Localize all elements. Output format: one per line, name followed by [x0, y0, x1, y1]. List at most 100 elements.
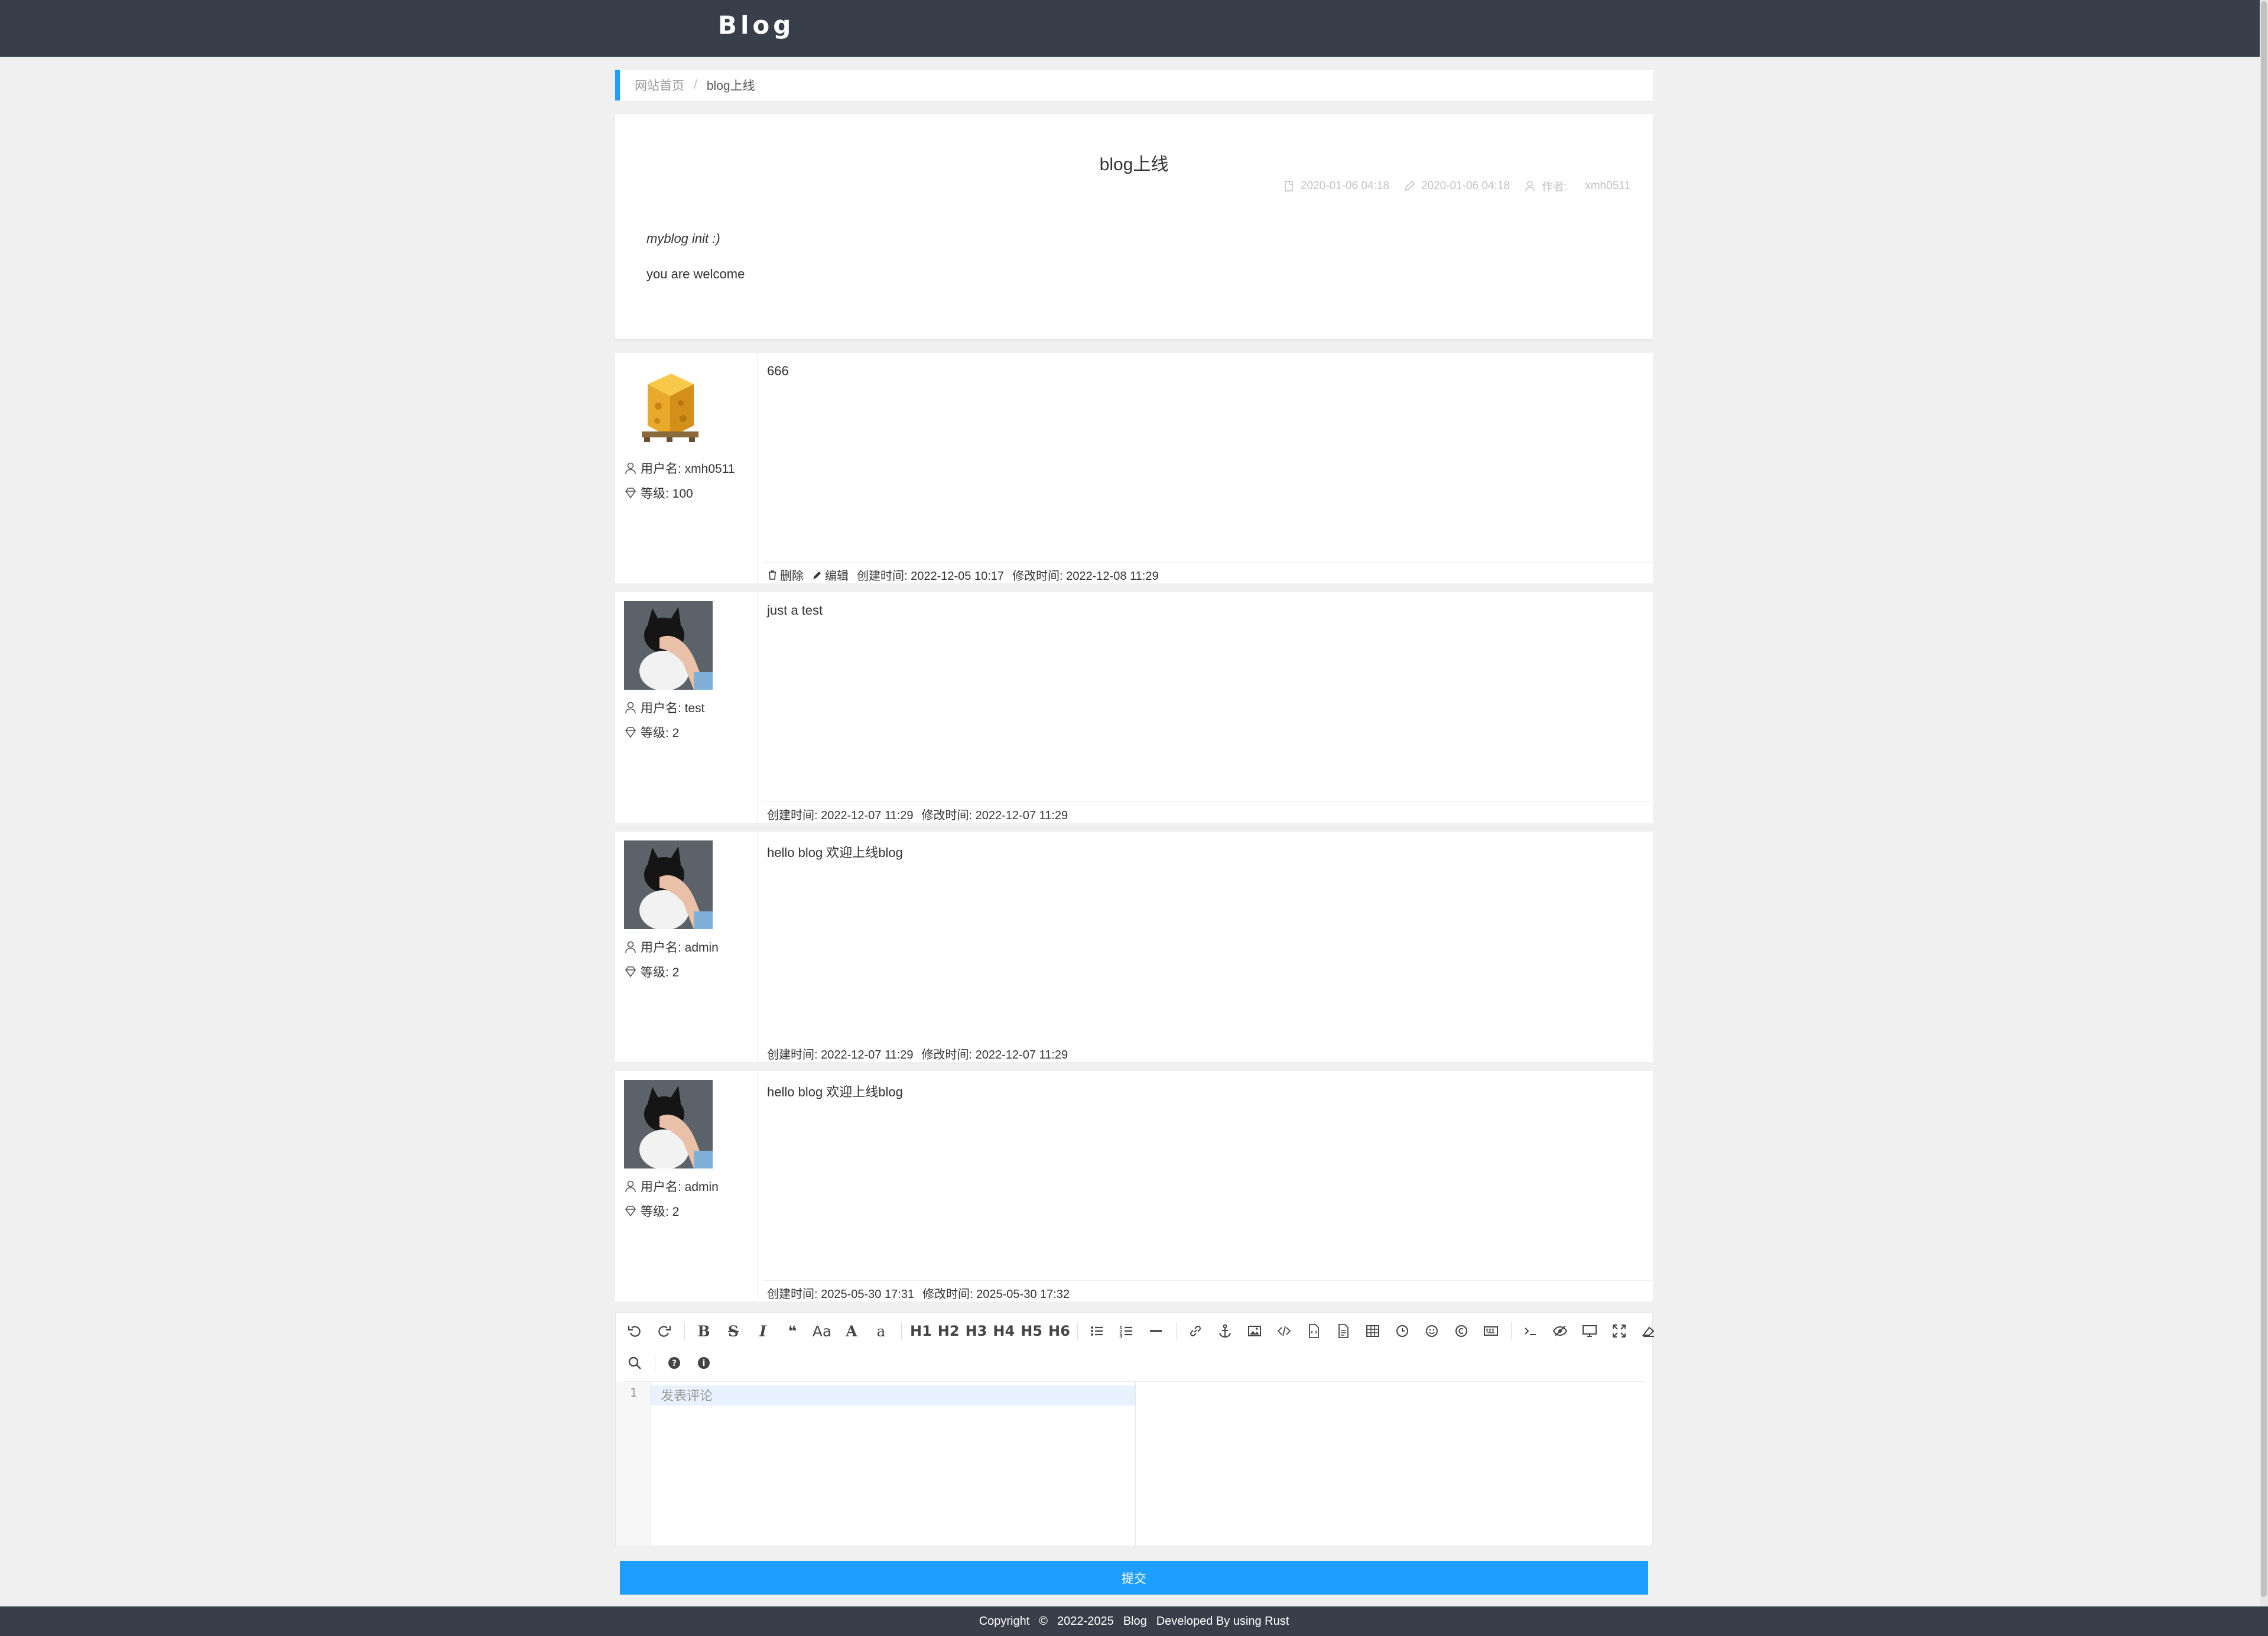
ordered-list-icon[interactable]: 123 — [1116, 1319, 1137, 1343]
markdown-editor: B S I ❝ Aa A a H1 H2 H3 H4 H5 H6 123 ? i… — [615, 1312, 1655, 1546]
link-icon[interactable] — [1185, 1319, 1206, 1343]
trash-icon — [769, 570, 776, 580]
comment-username: 用户名: admin — [624, 1177, 719, 1195]
username-text: 用户名: admin — [641, 1180, 719, 1194]
site-brand[interactable]: Blog — [718, 11, 794, 40]
diamond-icon — [625, 966, 636, 978]
footer-copyright: Copyright — [979, 1614, 1030, 1628]
comment-footer: 删除 编辑 创建时间: 2022-12-05 10:17 修改时间: 2022-… — [767, 566, 1159, 583]
comment-user-panel: 用户名: test 等级: 2 — [615, 592, 758, 823]
table-icon[interactable] — [1362, 1319, 1383, 1343]
capitalize-icon[interactable]: Aa — [811, 1319, 833, 1343]
watch-toggle-icon[interactable] — [1549, 1319, 1571, 1343]
anchor-icon[interactable] — [1214, 1319, 1236, 1343]
comment-divider — [763, 801, 1653, 802]
level-text: 等级: 2 — [641, 966, 680, 979]
unordered-list-icon[interactable] — [1086, 1319, 1107, 1343]
lowercase-icon[interactable]: a — [870, 1319, 892, 1343]
undo-icon[interactable] — [624, 1319, 645, 1343]
h5-button[interactable]: H5 — [1021, 1319, 1042, 1343]
avatar — [624, 601, 713, 690]
scrollbar-track[interactable] — [2260, 0, 2268, 1636]
article-created: 2020-01-06 04:18 — [1300, 179, 1389, 192]
username-text: 用户名: admin — [641, 941, 719, 955]
breadcrumb-separator: / — [694, 78, 697, 92]
submit-button[interactable]: 提交 — [620, 1561, 1648, 1595]
article-modified: 2020-01-06 04:18 — [1421, 179, 1510, 192]
breadcrumb-home-link[interactable]: 网站首页 — [635, 76, 684, 94]
editor-preview-divider — [1135, 1382, 1136, 1546]
article-author[interactable]: xmh0511 — [1585, 180, 1630, 193]
uppercase-icon[interactable]: A — [841, 1319, 862, 1343]
search-icon[interactable] — [624, 1351, 645, 1375]
article-title: blog上线 — [1099, 155, 1169, 174]
modified-time: 修改时间: 2022-12-07 11:29 — [921, 1049, 1068, 1062]
comment-item: 用户名: test 等级: 2 just a test 创建时间: 2022-1… — [615, 592, 1653, 823]
h2-button[interactable]: H2 — [938, 1319, 960, 1343]
breadcrumb-current: blog上线 — [706, 79, 755, 93]
modified-time: 修改时间: 2025-05-30 17:32 — [922, 1288, 1070, 1301]
author-meta: 作者: xmh0511 — [1524, 178, 1630, 194]
redo-icon[interactable] — [654, 1319, 675, 1343]
svg-text:i: i — [703, 1359, 706, 1368]
h3-button[interactable]: H3 — [966, 1319, 987, 1343]
datetime-icon[interactable] — [1392, 1319, 1413, 1343]
diamond-icon — [625, 727, 636, 738]
goto-line-icon[interactable] — [1520, 1319, 1541, 1343]
pencil-icon — [1404, 180, 1415, 191]
comment-footer: 创建时间: 2025-05-30 17:31 修改时间: 2025-05-30 … — [767, 1284, 1070, 1301]
h4-button[interactable]: H4 — [993, 1319, 1015, 1343]
top-navbar: Blog — [0, 0, 2268, 57]
html-entities-icon[interactable] — [1451, 1319, 1472, 1343]
info-icon[interactable]: i — [693, 1351, 714, 1375]
fullscreen-icon[interactable] — [1609, 1319, 1630, 1343]
breadcrumb: 网站首页 / blog上线 — [615, 70, 1653, 100]
line-number: 1 — [629, 1385, 637, 1400]
h1-button[interactable]: H1 — [910, 1319, 932, 1343]
edit-button[interactable]: 编辑 — [812, 566, 849, 583]
username-text: 用户名: xmh0511 — [641, 462, 735, 476]
code-block-icon[interactable] — [1333, 1319, 1354, 1343]
comment-user-panel: 用户名: xmh0511 等级: 100 — [615, 353, 758, 583]
preformatted-code-icon[interactable] — [1303, 1319, 1324, 1343]
editor-toolbar: B S I ❝ Aa A a H1 H2 H3 H4 H5 H6 123 ? i — [624, 1313, 1655, 1382]
article-body-line2: you are welcome — [646, 267, 745, 281]
modified-time: 修改时间: 2022-12-08 11:29 — [1012, 570, 1159, 583]
scrollbar-thumb[interactable] — [2261, 1, 2267, 1597]
delete-label: 删除 — [780, 570, 804, 583]
horizontal-rule-icon[interactable] — [1145, 1319, 1167, 1343]
emoji-icon[interactable] — [1421, 1319, 1442, 1343]
author-label: 作者: — [1541, 181, 1568, 193]
comment-content: just a test — [767, 603, 823, 618]
document-icon — [1285, 180, 1293, 191]
comment-username: 用户名: test — [624, 699, 705, 716]
comment-item: 用户名: xmh0511 等级: 100 666 删除 编辑 创建时间: 202… — [615, 353, 1653, 583]
italic-icon[interactable]: I — [752, 1319, 774, 1343]
quote-icon[interactable]: ❝ — [782, 1319, 803, 1343]
toolbar-divider — [1175, 1322, 1177, 1340]
comment-input[interactable] — [661, 1385, 1133, 1407]
avatar — [624, 1080, 713, 1168]
delete-button[interactable]: 删除 — [767, 566, 804, 583]
comment-level: 等级: 2 — [624, 1202, 679, 1220]
code-icon[interactable] — [1273, 1319, 1295, 1343]
strikethrough-icon[interactable]: S — [723, 1319, 744, 1343]
edit-label: 编辑 — [825, 570, 849, 583]
pagebreak-icon[interactable] — [1480, 1319, 1502, 1343]
clear-icon[interactable] — [1638, 1319, 1659, 1343]
pencil-icon — [813, 571, 821, 579]
comment-item: 用户名: admin 等级: 2 hello blog 欢迎上线blog 创建时… — [615, 832, 1653, 1062]
footer-brand: Blog — [1123, 1614, 1147, 1628]
image-icon[interactable] — [1244, 1319, 1265, 1343]
bold-icon[interactable]: B — [693, 1319, 714, 1343]
created-time: 创建时间: 2022-12-07 11:29 — [767, 1049, 914, 1062]
h6-button[interactable]: H6 — [1048, 1319, 1070, 1343]
user-icon — [625, 941, 636, 953]
level-text: 等级: 100 — [641, 487, 693, 501]
comment-divider — [763, 1280, 1653, 1281]
article-meta: 2020-01-06 04:18 2020-01-06 04:18 作者: xm… — [1283, 178, 1630, 194]
help-icon[interactable]: ? — [664, 1351, 685, 1375]
modified-time: 修改时间: 2022-12-07 11:29 — [921, 809, 1068, 822]
comment-username: 用户名: admin — [624, 938, 719, 956]
preview-icon[interactable] — [1579, 1319, 1600, 1343]
